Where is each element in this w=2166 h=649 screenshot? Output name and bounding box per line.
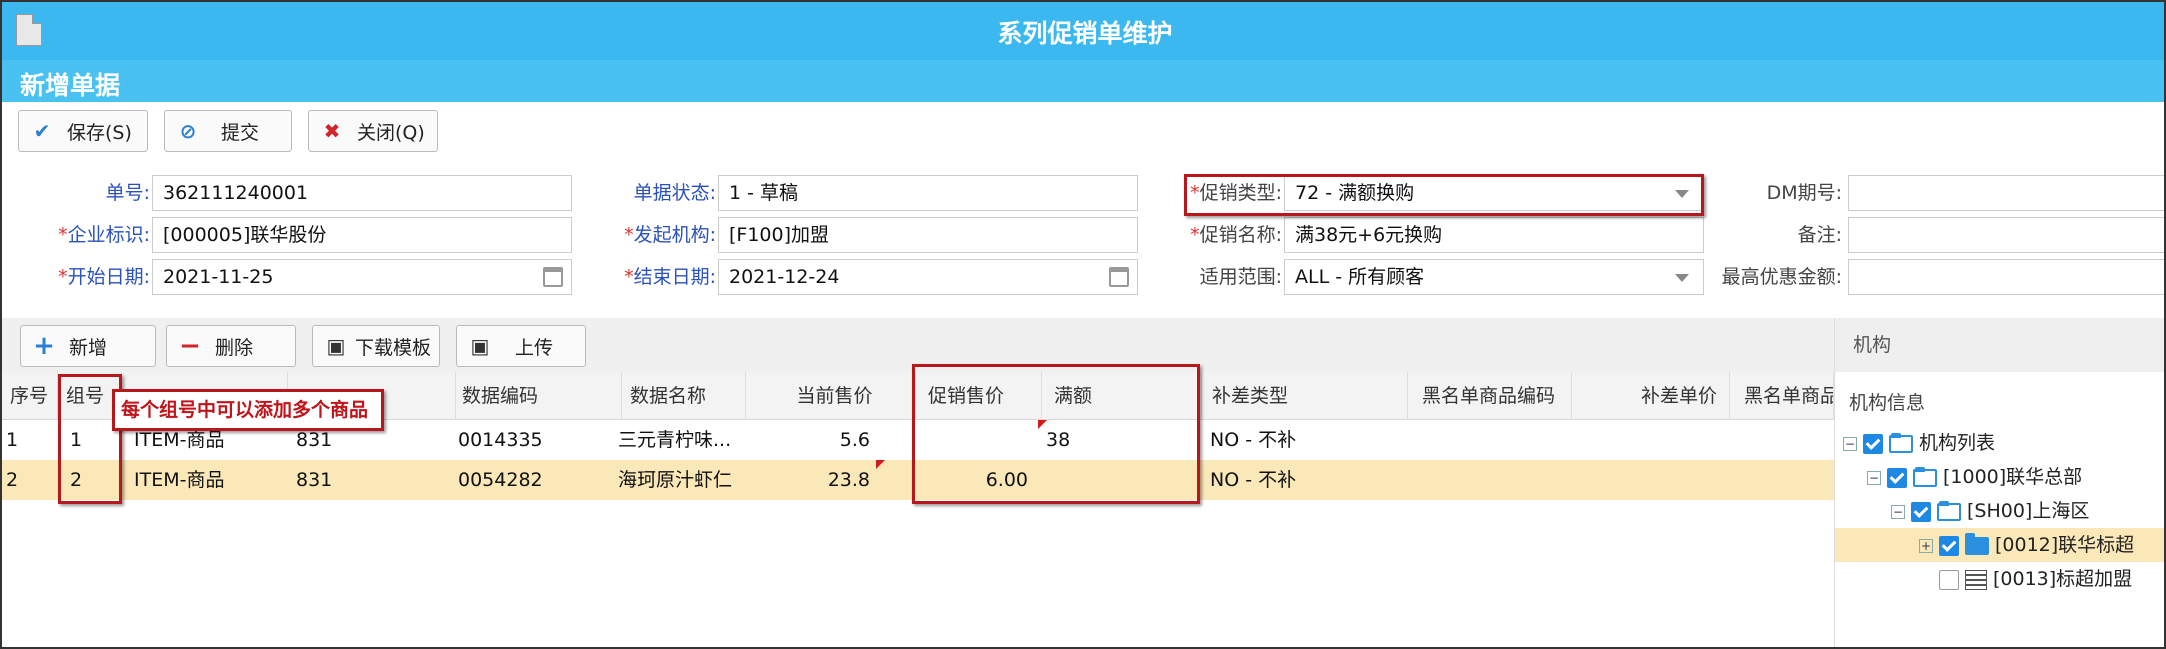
folder-open-icon <box>1913 466 1937 487</box>
company-field[interactable]: [000005]联华股份 <box>152 217 572 253</box>
row-seq: 1 <box>6 429 19 451</box>
minus-icon: − <box>179 331 201 361</box>
save-label: 保存(S) <box>67 121 132 144</box>
promo-name-field[interactable]: 满38元+6元换购 <box>1284 217 1704 253</box>
calendar-icon[interactable] <box>543 267 563 287</box>
delete-row-button[interactable]: − 删除 <box>166 325 296 367</box>
end-date-field[interactable]: 2021-12-24 <box>718 259 1138 295</box>
dirty-cell-marker <box>876 460 885 469</box>
checkbox-unchecked[interactable] <box>1939 569 1959 590</box>
row-code[interactable]: 0054282 <box>458 460 608 500</box>
save-button[interactable]: ✔ 保存(S) <box>18 110 148 152</box>
end-date-label: *结束日期: <box>624 266 716 288</box>
submit-button[interactable]: ⊘ 提交 <box>164 110 292 152</box>
origin-org-field[interactable]: [F100]加盟 <box>718 217 1138 253</box>
order-no-field[interactable]: 362111240001 <box>152 175 572 211</box>
window-title: 系列促销单维护 <box>997 19 1173 48</box>
remark-field[interactable] <box>1848 217 2164 253</box>
checkbox-checked[interactable] <box>1863 433 1883 454</box>
status-label: 单据状态: <box>633 182 716 204</box>
collapse-icon[interactable]: − <box>1843 436 1857 451</box>
main-toolbar: ✔ 保存(S) ⊘ 提交 ✖ 关闭(Q) <box>2 102 2164 160</box>
section-header: 新增单据 <box>2 60 2164 102</box>
chevron-down-icon <box>1675 274 1689 282</box>
annotation-price-threshold <box>912 364 1200 504</box>
list-icon <box>1965 569 1987 590</box>
column-header[interactable]: 黑名单商品 <box>1730 372 1834 420</box>
dm-period-label: DM期号: <box>1766 182 1842 204</box>
download-template-button[interactable]: ▣ 下载模板 <box>312 325 440 367</box>
max-discount-label: 最高优惠金额: <box>1721 266 1842 288</box>
scope-label: 适用范围: <box>1199 266 1282 288</box>
collapse-icon[interactable]: − <box>1891 504 1905 519</box>
folder-icon <box>1965 532 1989 555</box>
floppy-icon: ▣ <box>470 334 490 358</box>
column-header[interactable]: 数据编码 <box>456 372 622 420</box>
upload-label: 上传 <box>515 336 554 359</box>
column-header[interactable]: 当前售价 <box>746 372 916 420</box>
origin-org-label: *发起机构: <box>624 224 716 246</box>
submit-label: 提交 <box>221 121 260 144</box>
row-name: 三元青柠味... <box>618 429 732 451</box>
tree-node-root[interactable]: − 机构列表 <box>1843 426 1995 460</box>
org-panel: 机构 机构信息 − 机构列表 − [1000]联华总部 − [SH00]上海区 + [0… <box>1834 318 2164 647</box>
expand-icon[interactable]: + <box>1919 538 1933 553</box>
upload-button[interactable]: ▣ 上传 <box>456 325 586 367</box>
delete-label: 删除 <box>215 336 254 359</box>
row-code-prefix[interactable]: 831 <box>296 460 436 500</box>
panel-info-title: 机构信息 <box>1849 392 1926 414</box>
plus-icon: + <box>33 331 55 361</box>
checkbox-checked[interactable] <box>1939 535 1959 556</box>
row-price: 23.8 <box>827 469 870 491</box>
check-icon: ✔ <box>33 119 51 143</box>
start-date-label: *开始日期: <box>58 266 150 288</box>
scope-select[interactable]: ALL - 所有顾客 <box>1284 259 1704 295</box>
app-window: 系列促销单维护 新增单据 ✔ 保存(S) ⊘ 提交 ✖ 关闭(Q) 单号: 36… <box>0 0 2166 649</box>
column-header[interactable]: 补差单价 <box>1572 372 1730 420</box>
column-header[interactable]: 序号 <box>2 372 58 420</box>
order-no-label: 单号: <box>105 182 150 204</box>
row-diff-type[interactable]: NO - 不补 <box>1210 420 1400 460</box>
column-header[interactable]: 数据名称 <box>622 372 746 420</box>
header-form: 单号: 362111240001 单据状态: 1 - 草稿 *促销类型: 72 … <box>2 162 2164 312</box>
column-header[interactable]: 补差类型 <box>1202 372 1408 420</box>
max-discount-field[interactable] <box>1848 259 2164 295</box>
collapse-icon[interactable]: − <box>1867 470 1881 485</box>
column-header[interactable]: 黑名单商品编码 <box>1408 372 1572 420</box>
folder-open-icon <box>1889 432 1913 453</box>
close-button[interactable]: ✖ 关闭(Q) <box>308 110 438 152</box>
close-label: 关闭(Q) <box>357 121 425 144</box>
tree-node-1000[interactable]: − [1000]联华总部 <box>1867 460 2082 494</box>
download-label: 下载模板 <box>355 336 432 359</box>
close-icon: ✖ <box>323 119 341 143</box>
panel-header: 机构 <box>1835 318 2164 372</box>
row-diff-type[interactable]: NO - 不补 <box>1210 460 1400 500</box>
status-field[interactable]: 1 - 草稿 <box>718 175 1138 211</box>
tree-node-0012[interactable]: + [0012]联华标超 <box>1835 528 2164 562</box>
title-bar: 系列促销单维护 <box>2 2 2164 60</box>
row-price: 5.6 <box>839 429 870 451</box>
start-date-field[interactable]: 2021-11-25 <box>152 259 572 295</box>
remark-label: 备注: <box>1797 224 1842 246</box>
row-name: 海珂原汁虾仁 <box>618 469 733 491</box>
annotation-callout: 每个组号中可以添加多个商品 <box>112 389 384 431</box>
checkbox-checked[interactable] <box>1911 501 1931 522</box>
tree-node-sh00[interactable]: − [SH00]上海区 <box>1891 494 2089 528</box>
circle-check-icon: ⊘ <box>179 119 197 143</box>
add-label: 新增 <box>69 336 108 359</box>
add-row-button[interactable]: + 新增 <box>20 325 156 367</box>
checkbox-checked[interactable] <box>1887 467 1907 488</box>
promo-name-label: *促销名称: <box>1190 224 1282 246</box>
row-seq: 2 <box>6 469 19 491</box>
company-label: *企业标识: <box>58 224 150 246</box>
row-type[interactable]: ITEM-商品 <box>134 460 284 500</box>
row-code[interactable]: 0014335 <box>458 420 608 460</box>
dm-period-field[interactable] <box>1848 175 2164 211</box>
calendar-icon[interactable] <box>1109 267 1129 287</box>
annotation-promo-type <box>1184 174 1704 216</box>
floppy-icon: ▣ <box>326 334 346 358</box>
page-title: 新增单据 <box>20 71 121 100</box>
folder-open-icon <box>1937 500 1961 521</box>
tree-node-0013[interactable]: [0013]标超加盟 <box>1939 562 2132 596</box>
